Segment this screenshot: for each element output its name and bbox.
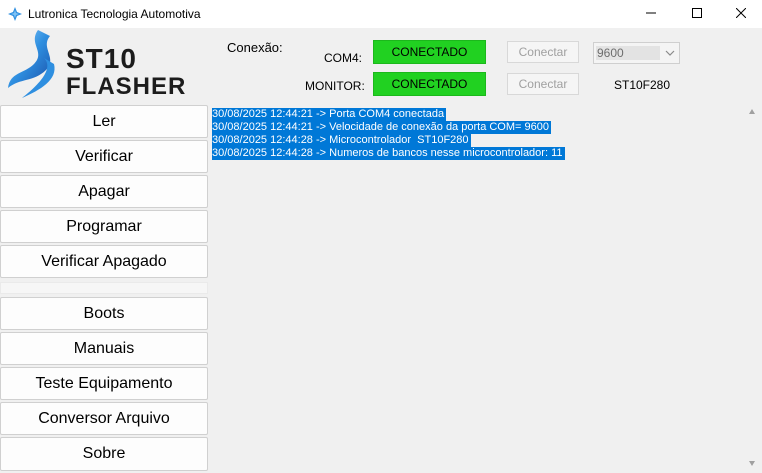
manuals-button[interactable]: Manuais <box>0 332 208 365</box>
monitor-connect-label: Conectar <box>518 77 568 91</box>
log-scrollbar[interactable] <box>744 106 760 473</box>
log-line: 30/08/2025 12:44:21 -> Velocidade de con… <box>212 121 551 134</box>
verify-erased-button-label: Verificar Apagado <box>41 252 167 270</box>
log-line: 30/08/2025 12:44:28 -> Numeros de bancos… <box>212 147 565 160</box>
microcontroller-label: ST10F280 <box>614 78 671 92</box>
erase-button-label: Apagar <box>78 182 130 200</box>
window-title: Lutronica Tecnologia Automotiva <box>28 7 201 21</box>
scroll-down-icon[interactable] <box>744 459 760 471</box>
monitor-connect-button[interactable]: Conectar <box>507 73 579 95</box>
title-bar: Lutronica Tecnologia Automotiva <box>0 0 762 28</box>
logo-line-1: ST10 <box>66 43 137 74</box>
com-status-badge: CONECTADO <box>373 40 486 64</box>
equipment-test-button-label: Teste Equipamento <box>35 374 173 392</box>
program-button-label: Programar <box>66 217 142 235</box>
erase-button[interactable]: Apagar <box>0 175 208 208</box>
sidebar-separator <box>0 282 208 294</box>
minimize-icon <box>646 7 656 21</box>
log-line: 30/08/2025 12:44:28 -> Microcontrolador … <box>212 134 471 147</box>
baud-rate-select[interactable]: 9600 <box>593 42 680 64</box>
monitor-status-text: CONECTADO <box>391 77 468 91</box>
maximize-button[interactable] <box>674 0 720 28</box>
baud-rate-value: 9600 <box>596 46 660 60</box>
equipment-test-button[interactable]: Teste Equipamento <box>0 367 208 400</box>
read-button[interactable]: Ler <box>0 105 208 138</box>
log-lines: 30/08/2025 12:44:21 -> Porta COM4 conect… <box>212 108 565 160</box>
chevron-down-icon <box>665 47 675 61</box>
com-port-label: COM4: <box>324 51 363 65</box>
com-connect-label: Conectar <box>518 45 568 59</box>
file-converter-button[interactable]: Conversor Arquivo <box>0 402 208 435</box>
com-status-text: CONECTADO <box>391 45 468 59</box>
manuals-button-label: Manuais <box>73 339 135 357</box>
read-button-label: Ler <box>92 112 116 130</box>
boots-button-label: Boots <box>83 304 125 322</box>
verify-erased-button[interactable]: Verificar Apagado <box>0 245 208 278</box>
close-icon <box>735 7 747 21</box>
verify-button-label: Verificar <box>75 147 133 165</box>
monitor-status-badge: CONECTADO <box>373 72 486 96</box>
log-textbox[interactable]: 30/08/2025 12:44:21 -> Porta COM4 conect… <box>210 104 762 473</box>
st10-flasher-logo: ST10 FLASHER <box>0 28 210 104</box>
log-line: 30/08/2025 12:44:21 -> Porta COM4 conect… <box>212 108 447 121</box>
logo-line-2: FLASHER <box>66 73 186 100</box>
maximize-icon <box>692 7 702 21</box>
connection-label: Conexão: <box>227 40 283 55</box>
about-button[interactable]: Sobre <box>0 437 208 471</box>
scroll-up-icon[interactable] <box>744 108 760 120</box>
monitor-port-label: MONITOR: <box>305 79 365 93</box>
close-button[interactable] <box>718 0 762 28</box>
com-connect-button[interactable]: Conectar <box>507 41 579 63</box>
boots-button[interactable]: Boots <box>0 297 208 330</box>
app-logo-icon <box>7 6 23 22</box>
file-converter-button-label: Conversor Arquivo <box>38 409 170 427</box>
minimize-button[interactable] <box>628 0 674 28</box>
about-button-label: Sobre <box>82 445 126 462</box>
verify-button[interactable]: Verificar <box>0 140 208 173</box>
program-button[interactable]: Programar <box>0 210 208 243</box>
